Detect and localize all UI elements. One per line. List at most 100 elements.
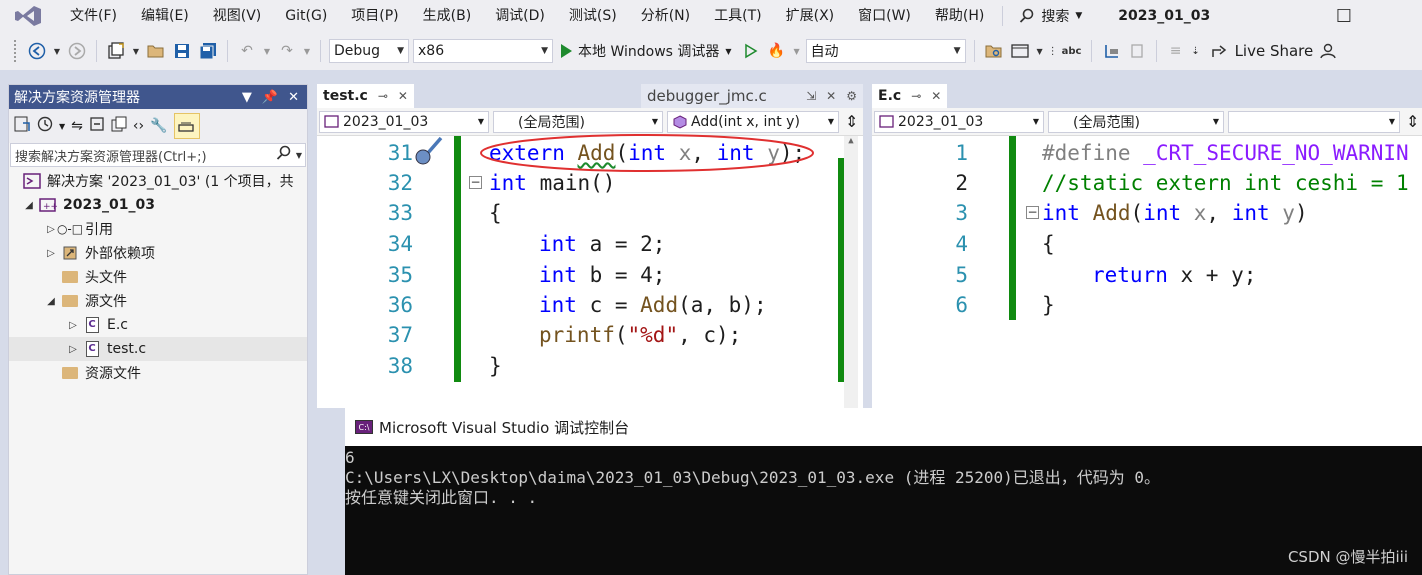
view-code-icon[interactable]: ‹› [133,118,144,134]
tab-test-c[interactable]: test.c ⊸ ✕ [317,84,414,108]
collapse-triangle-icon[interactable]: ◢ [45,296,57,307]
scroll-up-icon[interactable]: ▲ [844,136,858,146]
comment-lines-icon[interactable]: ≡ [1165,40,1187,62]
menu-file[interactable]: 文件(F) [58,0,129,32]
member-dropdown[interactable]: Add(int x, int y) ▼ [667,110,839,133]
keep-open-icon[interactable]: ⇲ [806,89,816,103]
undo-icon[interactable]: ↶ [236,40,258,62]
redo-icon[interactable]: ↷ [276,40,298,62]
code-area-e-c[interactable]: 1 #define _CRT_SECURE_NO_WARNIN 2 //stat… [872,136,1422,408]
menu-debug[interactable]: 调试(D) [483,0,557,32]
menu-tools[interactable]: 工具(T) [702,0,773,32]
open-folder-icon[interactable] [145,40,167,62]
spell-check-icon[interactable]: abc [1061,40,1083,62]
pin-icon[interactable]: ⊸ [378,89,388,103]
tree-item-project[interactable]: ◢ ++ 2023_01_03 [9,193,307,217]
window-layout-icon[interactable] [1009,40,1031,62]
account-icon[interactable] [1317,40,1339,62]
split-editor-icon[interactable]: ⇕ [1406,112,1419,131]
tree-item-resource-files[interactable]: 资源文件 [9,361,307,385]
member-dropdown[interactable]: ▼ [1228,110,1400,133]
dropdown-arrow-icon[interactable]: ▼ [262,40,272,62]
live-share-button[interactable]: Live Share [1211,42,1313,60]
tab-e-c[interactable]: E.c ⊸ ✕ [872,84,948,108]
pin-icon[interactable]: 📌 [262,90,278,105]
tab-debugger-jmc-c[interactable]: debugger_jmc.c ⇲ ✕ ⚙ [641,84,863,108]
project-dropdown[interactable]: 2023_01_03 ▼ [319,110,489,133]
dropdown-arrow-icon[interactable]: ▼ [131,40,141,62]
menu-edit[interactable]: 编辑(E) [129,0,201,32]
menu-build[interactable]: 生成(B) [411,0,484,32]
tree-item-header-files[interactable]: 头文件 [9,265,307,289]
bookmark-icon[interactable] [1126,40,1148,62]
tree-item-references[interactable]: ▷ ○-□ 引用 [9,217,307,241]
navigate-forward-icon[interactable] [66,40,88,62]
toolbar-overflow-icon[interactable]: ⇣ [1191,40,1201,62]
run-mode-select[interactable]: 自动 ▼ [805,39,966,63]
search-button[interactable]: 搜索 ▼ [1009,6,1092,26]
start-debugging-button[interactable]: 本地 Windows 调试器 ▼ [557,41,736,61]
menu-window[interactable]: 窗口(W) [846,0,923,32]
dropdown-arrow-icon[interactable]: ▼ [1035,40,1045,62]
toolbar-grip[interactable] [14,40,18,62]
menu-extensions[interactable]: 扩展(X) [774,0,847,32]
visual-studio-logo-icon[interactable] [14,5,42,27]
tree-item-e-c[interactable]: ▷ C E.c [9,313,307,337]
pin-icon[interactable]: ⊸ [911,89,921,103]
scope-dropdown[interactable]: (全局范围) ▼ [1048,110,1224,133]
start-without-debugging-icon[interactable] [740,40,762,62]
tree-item-source-files[interactable]: ◢ 源文件 [9,289,307,313]
expand-triangle-icon[interactable]: ▷ [45,224,57,235]
navigate-back-icon[interactable] [26,40,48,62]
collapse-all-icon[interactable] [89,116,105,136]
scope-dropdown[interactable]: (全局范围) ▼ [493,110,663,133]
expand-triangle-icon[interactable]: ▷ [67,320,79,331]
close-icon[interactable]: ✕ [931,89,941,103]
menu-git[interactable]: Git(G) [273,0,339,32]
window-menu-icon[interactable]: ▼ [242,90,252,105]
code-area-test-c[interactable]: ▲ 31 extern Add(int x, int y); 32 int ma… [317,134,863,408]
search-icon[interactable] [276,145,292,165]
dropdown-arrow-icon[interactable]: ▼ [302,40,312,62]
collapse-triangle-icon[interactable]: ◢ [23,200,35,211]
platform-select[interactable]: x86 ▼ [413,39,553,63]
pending-changes-icon[interactable] [37,116,53,136]
dropdown-arrow-icon[interactable]: ▼ [52,40,62,62]
project-dropdown[interactable]: 2023_01_03 ▼ [874,110,1044,133]
chevron-down-icon[interactable]: ▼ [296,151,302,160]
solution-config-select[interactable]: Debug ▼ [329,39,409,63]
menu-project[interactable]: 项目(P) [339,0,410,32]
tree-item-test-c[interactable]: ▷ C test.c [9,337,307,361]
debug-console-window[interactable]: C:\ Microsoft Visual Studio 调试控制台 6 C:\U… [345,408,1422,575]
save-all-icon[interactable] [197,40,219,62]
vertical-scrollbar[interactable]: ▲ [844,136,858,408]
tree-item-solution[interactable]: 解决方案 '2023_01_03' (1 个项目，共 [9,169,307,193]
menu-analyze[interactable]: 分析(N) [629,0,702,32]
sync-with-document-icon[interactable]: ⇋ [71,118,83,134]
solution-explorer-search-input[interactable]: 搜索解决方案资源管理器(Ctrl+;) ▼ [10,143,306,167]
menu-test[interactable]: 测试(S) [557,0,629,32]
step-into-icon[interactable] [1100,40,1122,62]
split-editor-icon[interactable]: ⇕ [845,112,858,131]
expand-triangle-icon[interactable]: ▷ [67,344,79,355]
show-all-files-icon[interactable] [111,116,127,136]
new-project-icon[interactable] [105,40,127,62]
toolbar-grip-icon[interactable]: ⋮ [1048,40,1058,62]
save-icon[interactable] [171,40,193,62]
dropdown-arrow-icon[interactable]: ▼ [792,40,802,62]
tree-item-external-deps[interactable]: ▷ 外部依赖项 [9,241,307,265]
properties-wrench-icon[interactable]: 🔧 [150,118,167,134]
close-icon[interactable]: ✕ [398,89,408,103]
gear-icon[interactable]: ⚙ [846,89,857,103]
browse-folder-icon[interactable] [983,40,1005,62]
collapse-outline-icon[interactable]: − [1026,206,1039,219]
switch-views-icon[interactable] [13,115,31,137]
dropdown-arrow-icon[interactable]: ▼ [59,122,65,131]
hot-reload-icon[interactable]: 🔥 [766,40,788,62]
menu-help[interactable]: 帮助(H) [923,0,996,32]
restore-window-icon[interactable]: ☐ [1336,6,1352,27]
menu-view[interactable]: 视图(V) [201,0,274,32]
preview-selected-items-icon[interactable] [173,113,200,139]
collapse-outline-icon[interactable]: − [469,176,482,189]
close-icon[interactable]: ✕ [288,90,299,105]
